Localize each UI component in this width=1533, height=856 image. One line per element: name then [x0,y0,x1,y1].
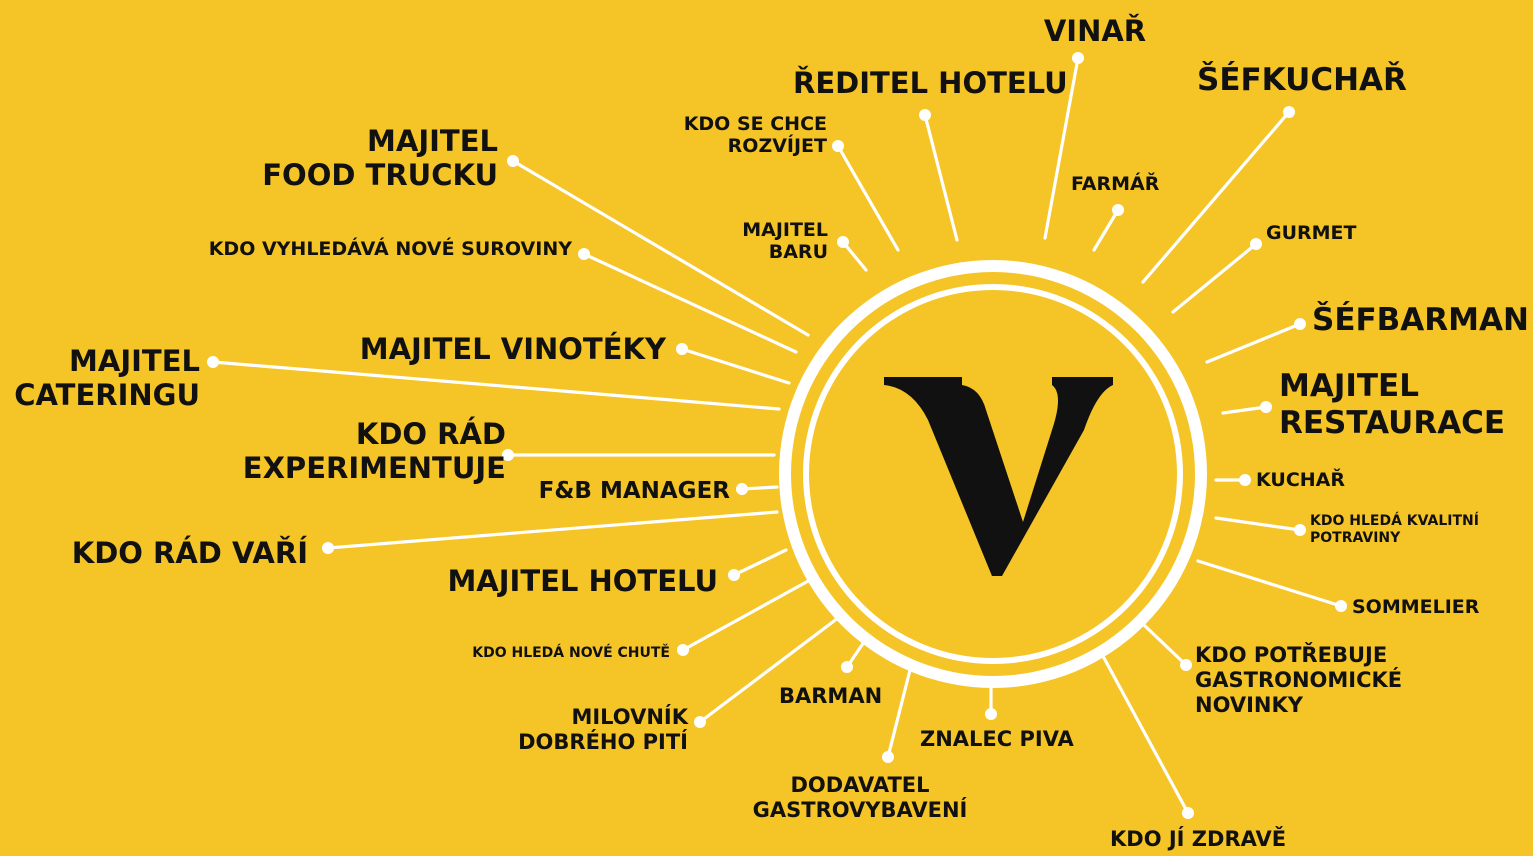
spoke-diagram: VINAŘ ŘEDITEL HOTELU ŠÉFKUCHAŘ KDO SE CH… [0,0,1533,856]
spoke-dot-kdo-ji-zdrave [1182,807,1194,819]
spoke-line-dodavatel-gastrovybaveni [886,668,912,759]
label-kuchar: KUCHAŘ [1256,469,1345,491]
spoke-dot-farmar [1112,204,1124,216]
spoke-line-majitel-vinoteky [680,347,791,385]
spoke-dot-fb-manager [736,483,748,495]
spoke-dot-sefkuchar [1283,106,1295,118]
label-majitel-baru: MAJITEL BARU [742,219,828,264]
label-znalec-piva: ZNALEC PIVA [920,727,1074,751]
label-sefbarman: ŠÉFBARMAN [1312,302,1529,338]
spoke-line-kdo-potrebuje-gastronomicke-novinky [1142,623,1188,667]
spoke-dot-barman [841,661,853,673]
label-vinar: VINAŘ [1043,14,1147,48]
spoke-line-kdo-rad-vari [326,510,779,550]
spoke-dot-majitel-cateringu [207,356,219,368]
spoke-dot-sommelier [1335,600,1347,612]
spoke-line-majitel-cateringu [211,360,781,411]
spoke-line-farmar [1092,208,1120,252]
label-majitel-cateringu: MAJITEL CATERINGU [14,344,200,413]
spoke-line-gurmet [1171,242,1258,314]
spoke-line-kdo-se-chce-rozvijet [836,144,900,252]
spoke-dot-majitel-baru [837,236,849,248]
spoke-dot-dodavatel-gastrovybaveni [882,751,894,763]
label-kdo-rad-experimentuje: KDO RÁD EXPERIMENTUJE [242,417,506,486]
spoke-dot-vinar [1072,52,1084,64]
spoke-dot-kdo-hleda-kvalitni-potraviny [1294,524,1306,536]
spoke-dot-majitel-food-trucku [507,155,519,167]
spoke-dot-kdo-se-chce-rozvijet [832,140,844,152]
spoke-dot-znalec-piva [985,708,997,720]
spoke-line-reditel-hotelu [923,113,959,242]
label-milovnik-dobreho-piti: MILOVNÍK DOBRÉHO PITÍ [518,705,688,754]
spoke-line-kdo-hleda-kvalitni-potraviny [1214,516,1302,532]
spoke-dot-majitel-vinoteky [676,343,688,355]
spoke-dot-majitel-restaurace [1260,401,1272,413]
spoke-dot-kdo-potrebuje-gastronomicke-novinky [1180,659,1192,671]
spoke-line-majitel-hotelu [732,548,788,577]
label-barman: BARMAN [779,684,883,708]
spoke-dot-gurmet [1250,238,1262,250]
spoke-dot-sefbarman [1294,318,1306,330]
spoke-line-kdo-ji-zdrave [1102,656,1190,815]
label-sommelier: SOMMELIER [1352,596,1480,618]
label-dodavatel-gastrovybaveni: DODAVATEL GASTROVYBAVENÍ [752,773,968,822]
spoke-line-sefkuchar [1141,110,1291,284]
label-majitel-vinoteky: MAJITEL VINOTÉKY [359,332,666,366]
label-kdo-rad-vari: KDO RÁD VAŘÍ [71,536,308,570]
label-kdo-ji-zdrave: KDO JÍ ZDRAVĚ [1110,827,1287,851]
label-majitel-hotelu: MAJITEL HOTELU [447,564,718,598]
label-fb-manager: F&B MANAGER [538,478,730,504]
spoke-dot-kdo-hleda-nove-chute [677,644,689,656]
spoke-dot-kdo-rad-vari [322,542,334,554]
label-majitel-food-trucku: MAJITEL FOOD TRUCKU [262,124,498,193]
spoke-dot-kuchar [1239,474,1251,486]
label-majitel-restaurace: MAJITEL RESTAURACE [1279,368,1506,441]
label-kdo-hleda-kvalitni-potraviny: KDO HLEDÁ KVALITNÍ POTRAVINY [1310,513,1479,546]
spoke-dot-majitel-hotelu [728,569,740,581]
label-sefkuchar: ŠÉFKUCHAŘ [1197,62,1407,98]
label-gurmet: GURMET [1266,222,1357,244]
spoke-dot-reditel-hotelu [919,109,931,121]
label-reditel-hotelu: ŘEDITEL HOTELU [793,66,1068,100]
label-kdo-potrebuje-gastronomicke-novinky: KDO POTŘEBUJE GASTRONOMICKÉ NOVINKY [1195,643,1403,717]
label-kdo-se-chce-rozvijet: KDO SE CHCE ROZVÍJET [683,113,827,158]
label-farmar: FARMÁŘ [1071,173,1160,195]
spoke-line-sommelier [1196,559,1343,608]
spoke-line-majitel-restaurace [1221,405,1268,415]
spoke-line-sefbarman [1205,322,1302,364]
label-kdo-vyhledava-nove-suroviny: KDO VYHLEDÁVÁ NOVÉ SUROVINY [208,238,572,260]
spoke-dot-milovnik-dobreho-piti [694,716,706,728]
label-kdo-hleda-nove-chute: KDO HLEDÁ NOVÉ CHUTĚ [472,645,670,661]
spoke-dot-kdo-vyhledava-nove-suroviny [578,248,590,260]
